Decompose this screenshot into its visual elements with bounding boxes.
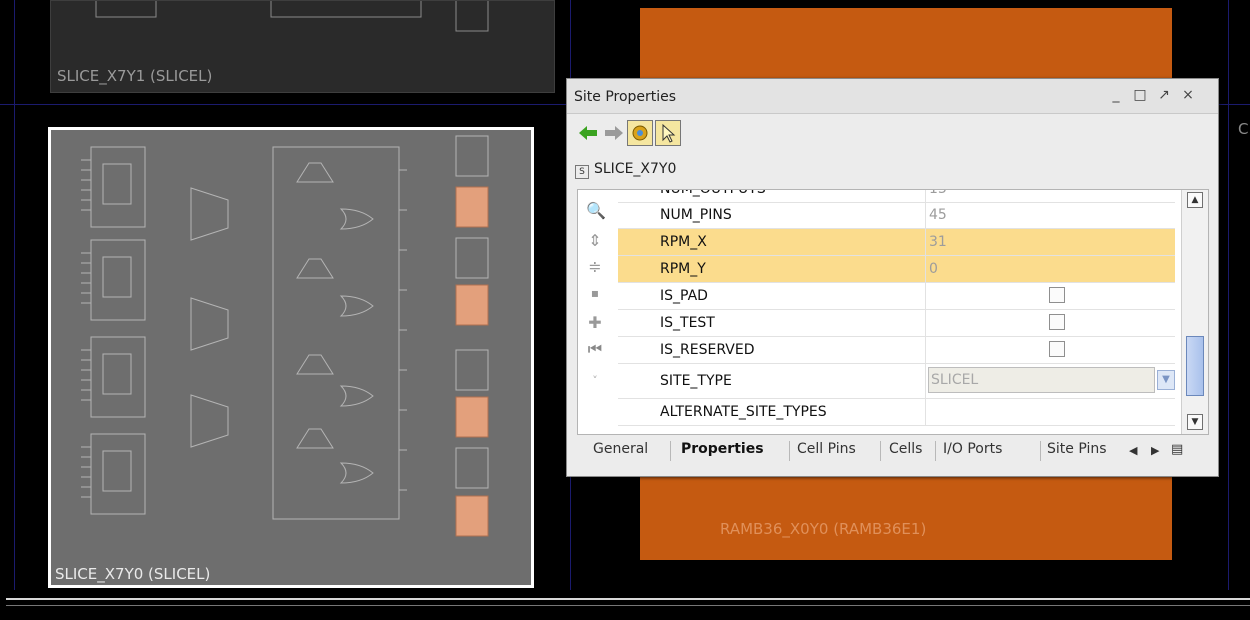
select-button[interactable] [655,120,681,146]
tab-properties[interactable]: Properties [681,441,764,457]
site-type-value: SLICEL [931,372,979,388]
object-breadcrumb: S SLICE_X7Y0 [575,161,676,179]
tab-site-pins[interactable]: Site Pins [1047,441,1125,457]
column-divider [925,229,926,255]
back-arrow-icon [579,126,597,140]
expand-all-icon[interactable]: ≑ [586,258,604,276]
slice-x7y0-logic [81,135,489,537]
ram-block-bottom[interactable]: RAMB36_X0Y0 (RAMB36E1) [640,474,1172,560]
slice-x7y0-selected[interactable]: SLICE_X7Y0 (SLICEL) [48,127,534,588]
tab-cells[interactable]: Cells [889,441,922,457]
slice-x7y1-label: SLICE_X7Y1 (SLICEL) [57,67,213,85]
table-row-partial[interactable]: NUM_OUTPUTS 13 [618,189,1175,203]
slice-x7y1-logic [95,1,489,32]
ram-block-top[interactable] [640,8,1172,78]
property-name: RPM_X [660,234,707,250]
column-divider [925,283,926,309]
property-value: 13 [929,189,947,197]
edge-label: C [1238,120,1249,138]
canvas-bottom-rule [6,605,1250,606]
title-bar[interactable]: Site Properties _ □ ↗ × [567,79,1218,114]
forward-arrow-icon [605,126,623,140]
slice-x7y0-label: SLICE_X7Y0 (SLICEL) [55,565,211,583]
table-row[interactable]: NUM_PINS 45 [618,202,1175,229]
chevron-down-icon[interactable]: ▼ [1157,370,1175,390]
tab-list-menu-icon[interactable]: ▤ [1171,442,1183,457]
scroll-thumb[interactable] [1186,336,1204,396]
forward-button[interactable] [601,120,627,146]
tab-divider [880,441,881,461]
property-name: NUM_PINS [660,207,732,223]
add-icon[interactable]: ✚ [586,314,604,332]
auto-update-icon [632,125,648,141]
property-value: 31 [929,234,947,250]
auto-update-button[interactable] [627,120,653,146]
maximize-button[interactable]: □ [1131,87,1149,103]
tab-divider [935,441,936,461]
column-divider [925,310,926,336]
table-row[interactable]: IS_PAD [618,283,1175,310]
scroll-up-button[interactable]: ▲ [1187,192,1203,208]
minimize-button[interactable]: _ [1107,87,1125,103]
table-row-highlighted[interactable]: RPM_Y 0 [618,256,1175,283]
table-row[interactable]: IS_TEST [618,310,1175,337]
table-row[interactable]: ALTERNATE_SITE_TYPES [618,399,1175,426]
back-button[interactable] [575,120,601,146]
object-name: SLICE_X7Y0 [594,161,677,177]
column-divider [925,364,926,398]
slice-x7y1[interactable]: SLICE_X7Y1 (SLICEL) [50,0,555,93]
column-divider [925,256,926,282]
chevron-down-icon[interactable]: ˅ [586,372,604,390]
float-button[interactable]: ↗ [1155,87,1173,103]
property-name: RPM_Y [660,261,706,277]
window-title: Site Properties [574,89,677,105]
tab-scroll-right-icon[interactable]: ▶ [1151,444,1159,457]
is-test-checkbox[interactable] [1049,314,1065,330]
canvas-bottom-rule [6,598,1250,600]
column-divider [925,337,926,363]
site-type-select[interactable]: SLICEL [928,367,1155,393]
first-icon[interactable]: ⏮ [586,340,604,358]
property-name: IS_PAD [660,288,708,304]
is-pad-checkbox[interactable] [1049,287,1065,303]
property-name: IS_RESERVED [660,342,755,358]
ram-label: RAMB36_X0Y0 (RAMB36E1) [720,520,927,538]
table-row[interactable]: IS_RESERVED [618,337,1175,364]
search-icon[interactable]: 🔍 [586,202,606,220]
table-row[interactable]: SITE_TYPE SLICEL ▼ [618,364,1175,399]
tab-divider [789,441,790,461]
close-button[interactable]: × [1179,87,1197,103]
column-divider [925,190,926,202]
column-divider [925,399,926,425]
tab-cell-pins[interactable]: Cell Pins [797,441,856,457]
tab-divider [1040,441,1041,461]
property-name: IS_TEST [660,315,715,331]
site-properties-window: Site Properties _ □ ↗ × S SLICE_X7Y0 🔍 ⇕ … [566,78,1219,477]
property-value: 45 [929,207,947,223]
tab-general[interactable]: General [593,441,648,457]
property-value: 0 [929,261,938,277]
group-icon[interactable]: ▪ [586,284,604,302]
vertical-scrollbar[interactable]: ▲ ▼ [1181,190,1208,434]
property-name: ALTERNATE_SITE_TYPES [660,404,827,420]
site-badge-icon: S [575,165,589,179]
grid-line [14,0,15,590]
property-name: SITE_TYPE [660,373,732,389]
tab-bar: General Properties Cell Pins Cells I/O P… [577,435,1207,465]
column-divider [925,202,926,228]
scroll-down-button[interactable]: ▼ [1187,414,1203,430]
tab-io-ports[interactable]: I/O Ports [943,441,1002,457]
property-name: NUM_OUTPUTS [660,189,766,197]
table-row-highlighted[interactable]: RPM_X 31 [618,229,1175,256]
select-pointer-icon [662,123,676,143]
property-table[interactable]: 🔍 ⇕ ≑ ▪ ✚ ⏮ ˅ NUM_OUTPUTS 13 NUM_PINS 45… [577,189,1209,435]
tab-divider [670,441,671,461]
is-reserved-checkbox[interactable] [1049,341,1065,357]
collapse-all-icon[interactable]: ⇕ [586,232,604,250]
grid-line [1228,0,1229,590]
tab-scroll-left-icon[interactable]: ◀ [1129,444,1137,457]
